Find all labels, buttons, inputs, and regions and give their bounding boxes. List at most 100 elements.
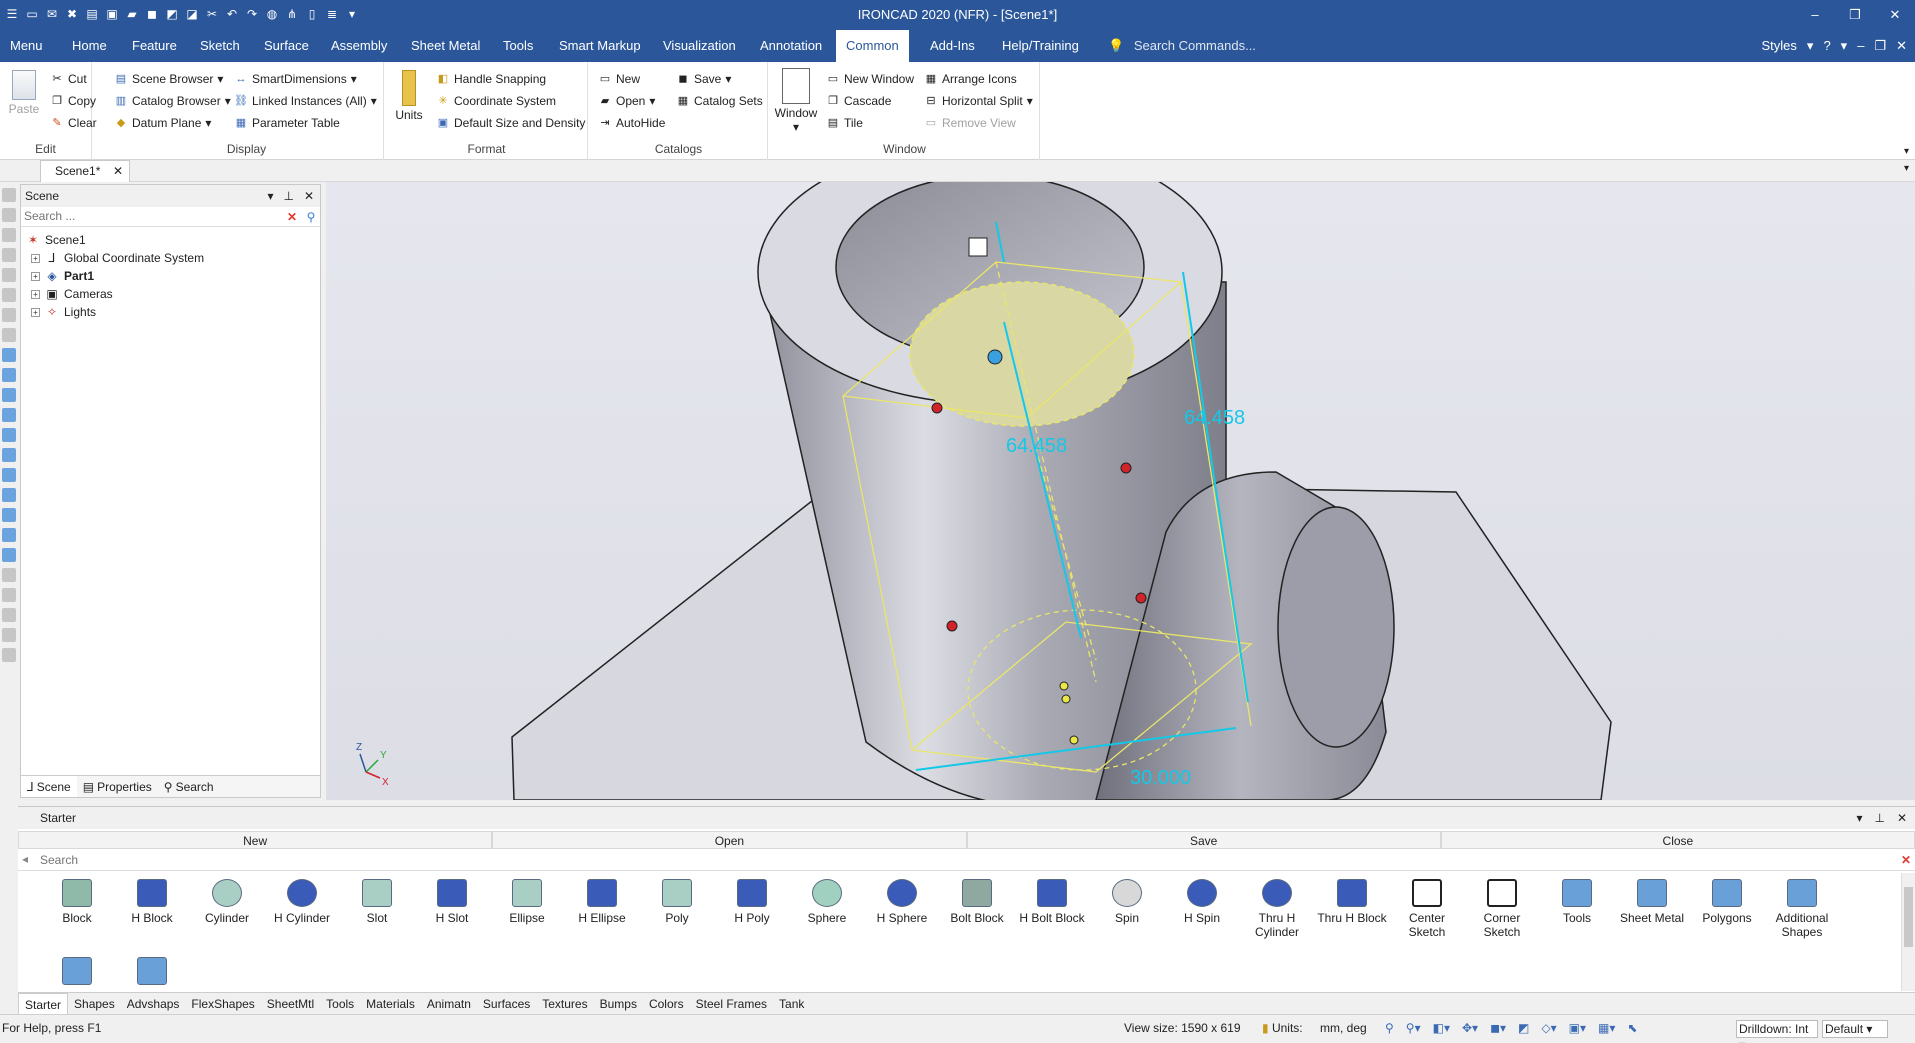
shading-icon[interactable]: ◧▾ <box>1433 1021 1450 1035</box>
catalog-tab-tools[interactable]: Tools <box>320 993 360 1014</box>
default-size-density-button[interactable]: ▣ Default Size and Density <box>436 114 586 132</box>
tool-icon[interactable] <box>2 368 16 382</box>
catalog-item-slot[interactable]: Slot <box>342 879 412 925</box>
tab-assembly[interactable]: Assembly <box>321 30 397 62</box>
catalog-item-thru-h-block[interactable]: Thru H Block <box>1317 879 1387 925</box>
catalog-tab-flexshapes[interactable]: FlexShapes <box>185 993 260 1014</box>
units-value[interactable]: mm, deg <box>1320 1021 1367 1035</box>
sizebox-handle[interactable] <box>1061 694 1071 704</box>
zoom-icon[interactable]: ⚲ <box>1385 1021 1394 1035</box>
render-mode-icon[interactable]: ◼▾ <box>1490 1021 1506 1035</box>
styles-dropdown[interactable]: Styles <box>1762 30 1797 62</box>
catalog-item-cylinder[interactable]: Cylinder <box>192 879 262 925</box>
boss-end-face[interactable] <box>1277 506 1395 748</box>
tab-surface[interactable]: Surface <box>254 30 319 62</box>
catalog-tab-shapes[interactable]: Shapes <box>68 993 121 1014</box>
tab-help-training[interactable]: Help/Training <box>992 30 1089 62</box>
section-icon[interactable]: ◩ <box>1518 1021 1529 1035</box>
catalog-item-corner-sketch[interactable]: Corner Sketch <box>1467 879 1537 939</box>
styles-chevron-icon[interactable]: ▾ <box>1807 30 1814 62</box>
tool-icon[interactable] <box>2 228 16 242</box>
catalog-item-h-cylinder[interactable]: H Cylinder <box>267 879 337 925</box>
collapse-ribbon-icon[interactable]: ▾ <box>1904 146 1909 157</box>
catalog-item-h-ellipse[interactable]: H Ellipse <box>567 879 637 925</box>
catalog-close-action[interactable]: Close <box>1440 831 1915 849</box>
tool-icon[interactable] <box>2 268 16 282</box>
tile-button[interactable]: ▤ Tile <box>826 114 863 132</box>
tab-annotation[interactable]: Annotation <box>750 30 832 62</box>
handle-snapping-button[interactable]: ◧ Handle Snapping <box>436 70 546 88</box>
catalog-tab-tank[interactable]: Tank <box>773 993 810 1014</box>
doc-minimize-icon[interactable]: – <box>1857 30 1864 62</box>
scene-browser-button[interactable]: ▤ Scene Browser ▾ <box>114 70 224 88</box>
tab-tools[interactable]: Tools <box>493 30 543 62</box>
new-window-button[interactable]: ▭ New Window <box>826 70 914 88</box>
catalog-item-spin[interactable]: Spin <box>1092 879 1162 925</box>
sizebox-handle[interactable] <box>1120 462 1132 474</box>
sizebox-handle[interactable] <box>1059 681 1069 691</box>
tab-visualization[interactable]: Visualization <box>653 30 746 62</box>
catalog-tab-animatn[interactable]: Animatn <box>421 993 477 1014</box>
selection-filter-icon[interactable]: ▦▾ <box>1598 1021 1615 1035</box>
document-tab-scene1[interactable]: Scene1* ✕ <box>40 160 130 182</box>
tree-node-lights[interactable]: + ✧ Lights <box>25 303 204 321</box>
catalog-scrollbar[interactable] <box>1901 873 1915 991</box>
catalog-tab-advshaps[interactable]: Advshaps <box>121 993 186 1014</box>
catalog-clear-search-icon[interactable]: ✕ <box>1901 853 1911 867</box>
anchor-icon[interactable] <box>968 237 988 257</box>
tab-feature[interactable]: Feature <box>122 30 187 62</box>
dimension-label[interactable]: 30.000 <box>1130 767 1191 789</box>
catalog-sets-button[interactable]: ▦ Catalog Sets <box>676 92 763 110</box>
paste-button[interactable]: Paste <box>6 70 42 116</box>
catalog-item-poly[interactable]: Poly <box>642 879 712 925</box>
catalog-open-action[interactable]: Open <box>492 831 967 849</box>
parameter-table-button[interactable]: ▦ Parameter Table <box>234 114 340 132</box>
close-document-icon[interactable]: ✕ <box>113 161 123 181</box>
catalog-item-h-block[interactable]: H Block <box>117 879 187 925</box>
cascade-button[interactable]: ❐ Cascade <box>826 92 891 110</box>
tool-icon[interactable] <box>2 648 16 662</box>
panel-close-icon[interactable]: ✕ <box>304 185 314 207</box>
back-arrow-icon[interactable]: ◂ <box>22 852 28 866</box>
catalog-browser-button[interactable]: ▥ Catalog Browser ▾ <box>114 92 231 110</box>
restore-button[interactable]: ❐ <box>1835 0 1875 30</box>
catalog-save-button[interactable]: ◼ Save ▾ <box>676 70 731 88</box>
pick-icon[interactable]: ⬉ <box>1627 1021 1637 1035</box>
clear-button[interactable]: ✎ Clear <box>50 114 96 132</box>
sizebox-handle[interactable] <box>1069 735 1079 745</box>
zoom-area-icon[interactable]: ⚲▾ <box>1406 1021 1421 1035</box>
doc-close-icon[interactable]: ✕ <box>1896 30 1907 62</box>
catalog-item-polygons[interactable]: Polygons <box>1692 879 1762 925</box>
tab-scene[interactable]: ⅃ Scene <box>21 776 77 797</box>
catalog-item-materials[interactable]: Materials <box>42 957 112 991</box>
expand-icon[interactable]: + <box>31 253 40 263</box>
view-direction-icon[interactable]: ✥▾ <box>1462 1021 1478 1035</box>
catalog-tab-colors[interactable]: Colors <box>643 993 690 1014</box>
window-button[interactable]: Window ▾ <box>774 68 818 134</box>
catalog-item-sheet-metal[interactable]: Sheet Metal <box>1617 879 1687 925</box>
clear-search-icon[interactable]: ✕ <box>284 209 300 225</box>
expand-icon[interactable]: + <box>31 289 40 299</box>
catalog-save-action[interactable]: Save <box>966 831 1441 849</box>
sizebox-handle[interactable] <box>946 620 958 632</box>
filter-icon[interactable]: ⚲ <box>303 209 319 225</box>
tool-icon[interactable] <box>2 608 16 622</box>
pin-icon[interactable]: ⊥ <box>283 185 293 207</box>
tool-icon[interactable] <box>2 468 16 482</box>
dimension-label[interactable]: 64.458 <box>1184 407 1245 429</box>
catalog-item-h-poly[interactable]: H Poly <box>717 879 787 925</box>
tab-common[interactable]: Common <box>836 30 909 62</box>
dimension-label[interactable]: 64.458 <box>1006 435 1067 457</box>
style-select[interactable]: Default ▾ <box>1822 1020 1888 1038</box>
search-commands-input[interactable]: 💡 Search Commands... <box>1108 30 1256 62</box>
tab-search[interactable]: ⚲ Search <box>158 776 220 797</box>
tree-node-cameras[interactable]: + ▣ Cameras <box>25 285 204 303</box>
expand-icon[interactable]: + <box>31 307 40 317</box>
tool-icon[interactable] <box>2 208 16 222</box>
tool-icon[interactable] <box>2 308 16 322</box>
ribbon-options-icon[interactable]: ▾ <box>1841 30 1848 62</box>
tool-icon[interactable] <box>2 508 16 522</box>
tab-home[interactable]: Home <box>62 30 117 62</box>
tool-icon[interactable] <box>2 488 16 502</box>
tool-icon[interactable] <box>2 348 16 362</box>
